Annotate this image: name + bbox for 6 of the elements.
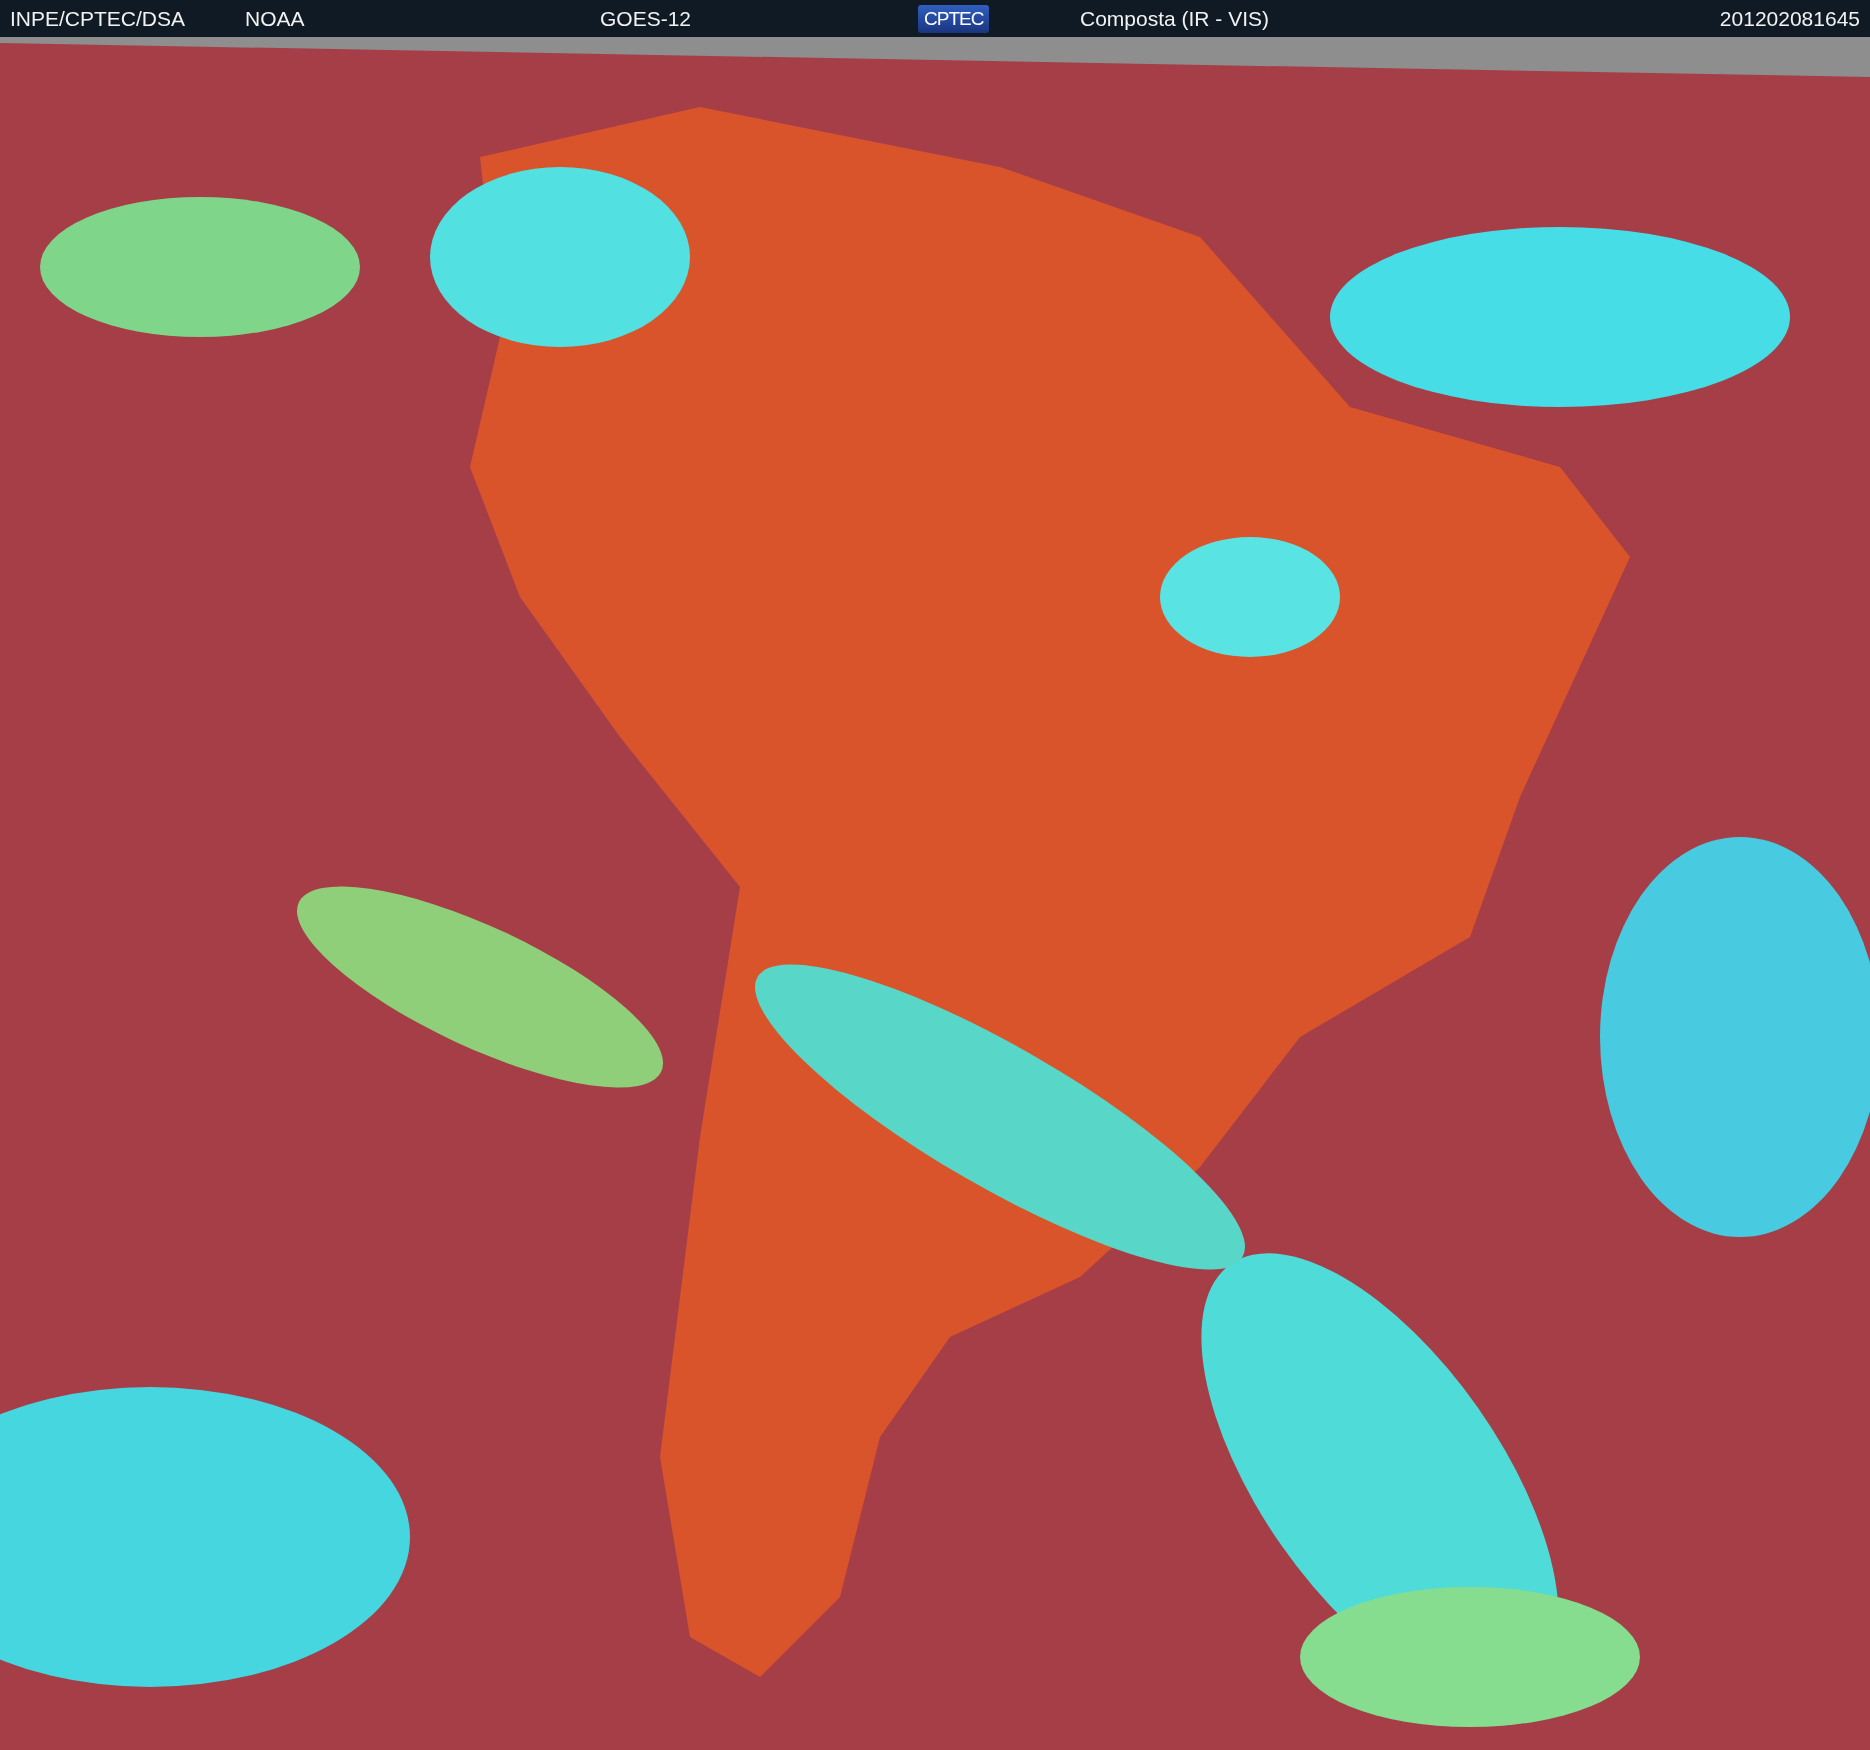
source-label: INPE/CPTEC/DSA <box>10 6 186 31</box>
agency-label: NOAA <box>245 6 305 31</box>
logo: CPTEC <box>918 4 990 33</box>
timestamp-label: 201202081645 <box>1719 6 1860 31</box>
satellite-label: GOES-12 <box>600 6 692 31</box>
product-label: Composta (IR - VIS) <box>1080 6 1270 31</box>
